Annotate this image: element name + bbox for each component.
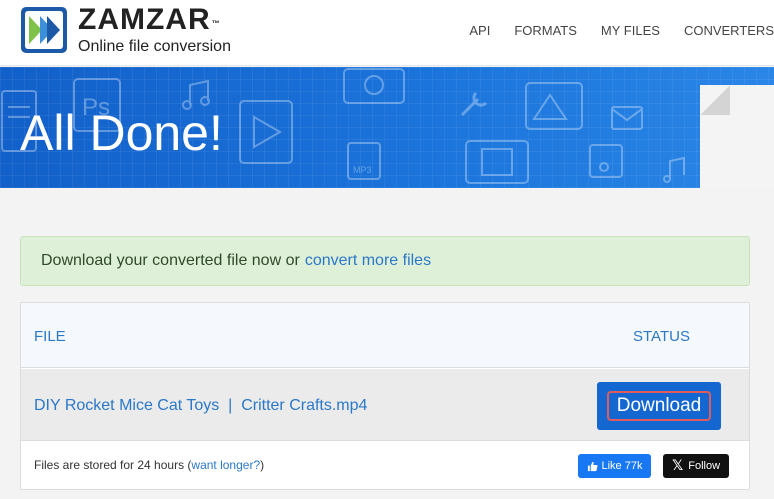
archive-file-icon bbox=[343, 68, 405, 104]
nav-item-api[interactable]: API bbox=[469, 23, 490, 38]
svg-text:MP3: MP3 bbox=[353, 165, 372, 175]
nav-item-converters[interactable]: CONVERTERS bbox=[684, 23, 774, 38]
table-row: DIY Rocket Mice Cat Toys | Critter Craft… bbox=[21, 369, 749, 441]
mp3-file-icon: MP3 bbox=[347, 142, 381, 180]
follow-label: Follow bbox=[688, 460, 721, 472]
nav-item-formats[interactable]: FORMATS bbox=[514, 23, 577, 38]
thumbs-up-icon bbox=[587, 461, 598, 471]
main-nav: API FORMATS MY FILES CONVERTERS bbox=[469, 0, 774, 60]
wrench-icon bbox=[460, 91, 488, 117]
x-logo-icon: 𝕏 bbox=[671, 458, 684, 474]
film-strip-icon bbox=[465, 140, 529, 184]
x-follow-button[interactable]: 𝕏 Follow bbox=[663, 454, 729, 478]
mail-icon bbox=[611, 106, 643, 130]
brand[interactable]: ZAMZAR™ Online file conversion bbox=[78, 4, 231, 57]
files-table: FILE STATUS DIY Rocket Mice Cat Toys | C… bbox=[20, 302, 750, 490]
image-stack-icon bbox=[525, 82, 583, 130]
file-name-link[interactable]: DIY Rocket Mice Cat Toys | Critter Craft… bbox=[34, 397, 367, 415]
download-button[interactable]: Download bbox=[597, 382, 721, 430]
zamzar-logo-icon[interactable] bbox=[20, 6, 68, 54]
page-title: All Done! bbox=[20, 105, 223, 161]
success-alert: Download your converted file now or conv… bbox=[20, 236, 750, 286]
facebook-like-button[interactable]: Like 77k bbox=[578, 454, 651, 478]
convert-more-files-link[interactable]: convert more files bbox=[305, 252, 431, 270]
download-button-label: Download bbox=[606, 391, 712, 421]
nav-item-my-files[interactable]: MY FILES bbox=[601, 23, 660, 38]
alert-text: Download your converted file now or bbox=[41, 252, 300, 269]
video-play-icon bbox=[239, 100, 293, 164]
paper-fold bbox=[700, 85, 730, 115]
brand-name: ZAMZAR™ bbox=[78, 3, 221, 36]
column-header-status: STATUS bbox=[633, 328, 690, 345]
table-header: FILE STATUS bbox=[21, 303, 749, 368]
column-header-file: FILE bbox=[34, 328, 66, 345]
storage-notice: Files are stored for 24 hours (want long… bbox=[34, 458, 265, 472]
site-header: ZAMZAR™ Online file conversion API FORMA… bbox=[0, 0, 774, 66]
want-longer-link[interactable]: want longer? bbox=[191, 458, 260, 472]
table-footer: Files are stored for 24 hours (want long… bbox=[21, 442, 749, 489]
like-count: Like 77k bbox=[601, 460, 643, 472]
hero-banner: Ps MP3 All Done! bbox=[0, 67, 774, 188]
brand-tagline: Online file conversion bbox=[78, 38, 231, 55]
music-file-icon bbox=[589, 144, 623, 178]
music-note-small-icon bbox=[663, 156, 685, 183]
